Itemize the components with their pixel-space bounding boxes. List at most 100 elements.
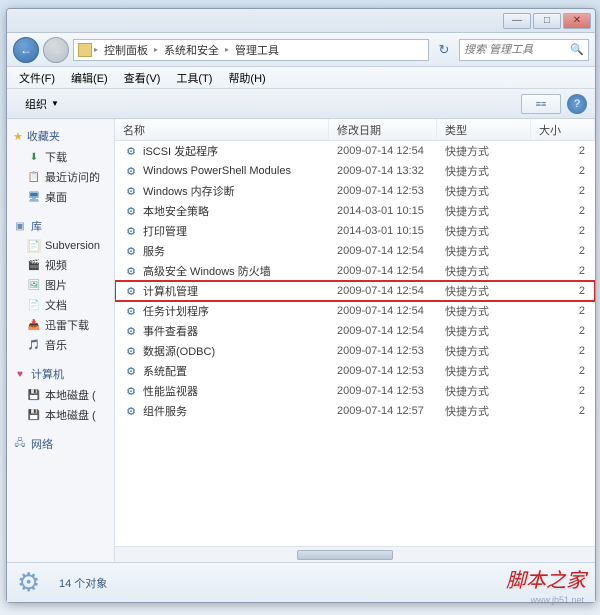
library-icon: ▣ <box>13 219 27 233</box>
column-date[interactable]: 修改日期 <box>329 119 437 140</box>
file-row[interactable]: ⚙组件服务2009-07-14 12:57快捷方式2 <box>115 401 595 421</box>
titlebar: — □ ✕ <box>7 9 595 33</box>
file-row[interactable]: ⚙高级安全 Windows 防火墙2009-07-14 12:54快捷方式2 <box>115 261 595 281</box>
file-type: 快捷方式 <box>437 303 531 319</box>
file-row[interactable]: ⚙本地安全策略2014-03-01 10:15快捷方式2 <box>115 201 595 221</box>
search-box[interactable]: 🔍 <box>459 39 589 61</box>
file-size: 2 <box>531 365 595 377</box>
shortcut-icon: ⚙ <box>123 203 139 219</box>
file-row[interactable]: ⚙Windows PowerShell Modules2009-07-14 13… <box>115 161 595 181</box>
file-row[interactable]: ⚙数据源(ODBC)2009-07-14 12:53快捷方式2 <box>115 341 595 361</box>
sidebar-item[interactable]: 💾 本地磁盘 ( <box>7 405 114 425</box>
breadcrumb-item[interactable]: 系统和安全 <box>160 42 223 58</box>
file-type: 快捷方式 <box>437 243 531 259</box>
search-icon: 🔍 <box>570 43 584 56</box>
menu-item[interactable]: 查看(V) <box>116 68 169 88</box>
file-row[interactable]: ⚙Windows 内存诊断2009-07-14 12:53快捷方式2 <box>115 181 595 201</box>
menu-item[interactable]: 工具(T) <box>168 68 220 88</box>
organize-button[interactable]: 组织▼ <box>15 93 69 115</box>
sidebar-item[interactable]: 📄文档 <box>7 295 114 315</box>
h-scrollbar[interactable] <box>115 546 595 562</box>
file-row[interactable]: ⚙任务计划程序2009-07-14 12:54快捷方式2 <box>115 301 595 321</box>
refresh-button[interactable]: ↻ <box>433 39 455 61</box>
toolbar: 组织▼ ≡≡ ? <box>7 89 595 119</box>
sidebar-item-icon: 🎵 <box>27 338 41 352</box>
search-input[interactable] <box>464 44 566 56</box>
menu-item[interactable]: 编辑(E) <box>63 68 116 88</box>
file-date: 2014-03-01 10:15 <box>329 205 437 217</box>
back-button[interactable]: ← <box>13 37 39 63</box>
sidebar-item-label: 本地磁盘 ( <box>45 387 96 403</box>
breadcrumb-item[interactable]: 控制面板 <box>100 42 152 58</box>
menubar: 文件(F)编辑(E)查看(V)工具(T)帮助(H) <box>7 67 595 89</box>
column-name[interactable]: 名称 <box>115 119 329 140</box>
shortcut-icon: ⚙ <box>123 283 139 299</box>
sidebar-item[interactable]: 📋最近访问的 <box>7 167 114 187</box>
file-size: 2 <box>531 385 595 397</box>
maximize-button[interactable]: □ <box>533 13 561 29</box>
file-name: 打印管理 <box>143 223 187 239</box>
file-name: 性能监视器 <box>143 383 198 399</box>
file-name: 事件查看器 <box>143 323 198 339</box>
sidebar-item-label: 下载 <box>45 149 67 165</box>
file-size: 2 <box>531 225 595 237</box>
file-size: 2 <box>531 345 595 357</box>
file-row[interactable]: ⚙性能监视器2009-07-14 12:53快捷方式2 <box>115 381 595 401</box>
file-type: 快捷方式 <box>437 223 531 239</box>
sidebar-item-icon: 💾 <box>27 408 41 422</box>
breadcrumb-item[interactable]: 管理工具 <box>231 42 283 58</box>
file-type: 快捷方式 <box>437 403 531 419</box>
gear-icon: ⚙ <box>17 567 49 599</box>
view-options-button[interactable]: ≡≡ <box>521 94 561 114</box>
close-button[interactable]: ✕ <box>563 13 591 29</box>
sidebar-item[interactable]: 💾本地磁盘 ( <box>7 385 114 405</box>
sidebar: ★收藏夹 ⬇ 下载 📋最近访问的🖥桌面 ▣库 📄 Subversion 🎬视频🖼图片📄文… <box>7 119 115 562</box>
menu-item[interactable]: 文件(F) <box>11 68 63 88</box>
sidebar-item[interactable]: ⬇ 下载 <box>7 147 114 167</box>
file-name: 系统配置 <box>143 363 187 379</box>
sidebar-item[interactable]: 📄 Subversion <box>7 237 114 255</box>
sidebar-libraries[interactable]: ▣库 <box>7 215 114 237</box>
sidebar-favorites[interactable]: ★收藏夹 <box>7 125 114 147</box>
help-button[interactable]: ? <box>567 94 587 114</box>
file-row[interactable]: ⚙计算机管理2009-07-14 12:54快捷方式2 <box>115 281 595 301</box>
sidebar-item-icon: ⬇ <box>27 150 41 164</box>
file-date: 2009-07-14 13:32 <box>329 165 437 177</box>
shortcut-icon: ⚙ <box>123 363 139 379</box>
sidebar-item[interactable]: 🖥桌面 <box>7 187 114 207</box>
file-row[interactable]: ⚙iSCSI 发起程序2009-07-14 12:54快捷方式2 <box>115 141 595 161</box>
sidebar-item-label: Subversion <box>45 240 100 252</box>
breadcrumb[interactable]: ▸ 控制面板 ▸ 系统和安全 ▸ 管理工具 <box>73 39 429 61</box>
column-type[interactable]: 类型 <box>437 119 531 140</box>
sidebar-item[interactable]: 🎬视频 <box>7 255 114 275</box>
forward-button[interactable]: → <box>43 37 69 63</box>
h-scrollbar-thumb[interactable] <box>297 550 393 560</box>
file-date: 2009-07-14 12:54 <box>329 325 437 337</box>
file-list[interactable]: ⚙iSCSI 发起程序2009-07-14 12:54快捷方式2⚙Windows… <box>115 141 595 546</box>
folder-icon <box>78 43 92 57</box>
chevron-down-icon: ▼ <box>51 99 59 108</box>
column-size[interactable]: 大小 <box>531 119 595 140</box>
menu-item[interactable]: 帮助(H) <box>220 68 273 88</box>
file-size: 2 <box>531 205 595 217</box>
sidebar-item-label: 视频 <box>45 257 67 273</box>
file-date: 2009-07-14 12:53 <box>329 345 437 357</box>
sidebar-item-icon: 📥 <box>27 318 41 332</box>
sidebar-item[interactable]: 🎵音乐 <box>7 335 114 355</box>
file-row[interactable]: ⚙服务2009-07-14 12:54快捷方式2 <box>115 241 595 261</box>
sidebar-network[interactable]: 🖧网络 <box>7 433 114 455</box>
minimize-button[interactable]: — <box>503 13 531 29</box>
file-row[interactable]: ⚙系统配置2009-07-14 12:53快捷方式2 <box>115 361 595 381</box>
sidebar-item-icon: 📄 <box>27 239 41 253</box>
file-date: 2009-07-14 12:54 <box>329 265 437 277</box>
sidebar-item[interactable]: 🖼图片 <box>7 275 114 295</box>
shortcut-icon: ⚙ <box>123 323 139 339</box>
file-type: 快捷方式 <box>437 203 531 219</box>
sidebar-item-label: 本地磁盘 ( <box>45 407 96 423</box>
file-name: 计算机管理 <box>143 283 198 299</box>
file-type: 快捷方式 <box>437 323 531 339</box>
file-row[interactable]: ⚙事件查看器2009-07-14 12:54快捷方式2 <box>115 321 595 341</box>
sidebar-item[interactable]: 📥迅雷下载 <box>7 315 114 335</box>
file-row[interactable]: ⚙打印管理2014-03-01 10:15快捷方式2 <box>115 221 595 241</box>
sidebar-computer[interactable]: ♥计算机 <box>7 363 114 385</box>
